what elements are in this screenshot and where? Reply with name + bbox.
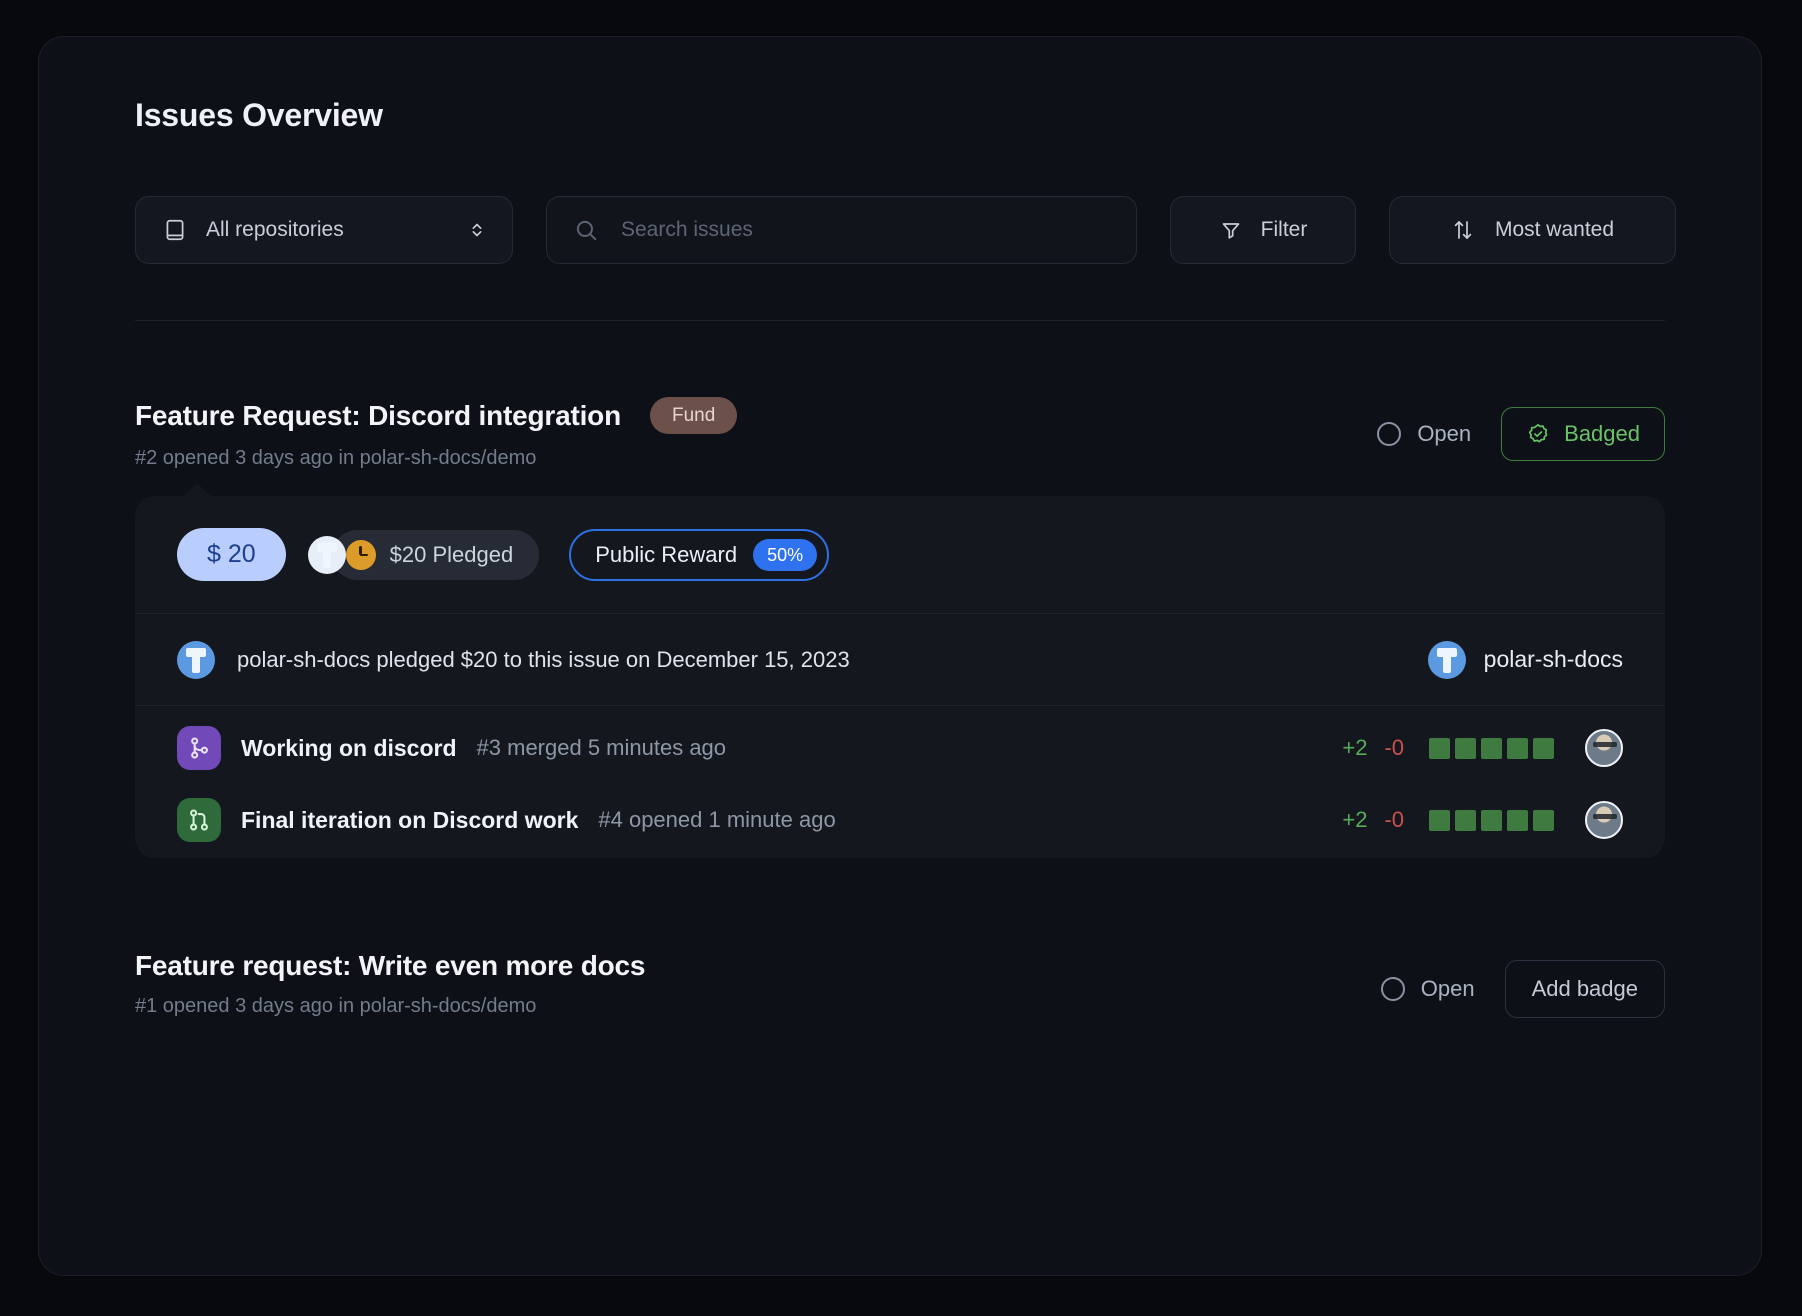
sort-button[interactable]: Most wanted bbox=[1389, 196, 1676, 264]
page-title: Issues Overview bbox=[135, 97, 383, 133]
deletions-count: -0 bbox=[1384, 807, 1404, 832]
pledged-pill-label: $20 Pledged bbox=[389, 541, 514, 567]
amount-pill[interactable]: $ 20 bbox=[177, 528, 286, 581]
pull-request-stats: +2 -0 bbox=[1342, 729, 1623, 767]
pull-request-list: Working on discord #3 merged 5 minutes a… bbox=[135, 706, 1665, 858]
issue-header: Feature request: Write even more docs #1… bbox=[99, 950, 1701, 1018]
sort-button-label: Most wanted bbox=[1494, 218, 1615, 241]
book-icon bbox=[162, 217, 188, 243]
search-input[interactable] bbox=[621, 218, 1114, 242]
public-reward-pill[interactable]: Public Reward 50% bbox=[569, 528, 830, 581]
issue-item: Feature request: Write even more docs #1… bbox=[99, 950, 1701, 1018]
issue-meta: #1 opened 3 days ago in polar-sh-docs/de… bbox=[135, 995, 537, 1017]
issue-status-label: Open bbox=[1420, 976, 1475, 1001]
clock-icon bbox=[345, 539, 376, 570]
additions-count: +2 bbox=[1342, 735, 1368, 760]
pledged-pill[interactable]: $20 Pledged bbox=[307, 529, 540, 580]
issue-title[interactable]: Feature request: Write even more docs bbox=[135, 950, 645, 982]
open-circle-icon bbox=[1377, 422, 1402, 446]
filter-button[interactable]: Filter bbox=[1170, 196, 1356, 264]
issue-status: Open bbox=[1380, 976, 1475, 1002]
issue-item: Feature Request: Discord integration Fun… bbox=[99, 397, 1701, 858]
author-avatar bbox=[1585, 801, 1623, 839]
open-circle-icon bbox=[1380, 977, 1405, 1001]
issue-title-line: Feature Request: Discord integration Fun… bbox=[135, 397, 738, 434]
author-avatar bbox=[1585, 729, 1623, 767]
pledge-card: $ 20 $20 Pledged Public Reward 50% polar… bbox=[135, 483, 1665, 858]
issue-status-label: Open bbox=[1417, 421, 1472, 446]
pull-request-meta: #4 opened 1 minute ago bbox=[598, 807, 836, 832]
pledge-event-text: polar-sh-docs pledged $20 to this issue … bbox=[237, 646, 850, 672]
pledge-event-row: polar-sh-docs pledged $20 to this issue … bbox=[135, 614, 1665, 706]
organization-name: polar-sh-docs bbox=[1483, 646, 1623, 672]
issue-title-line: Feature request: Write even more docs bbox=[135, 950, 645, 982]
pledger-avatar bbox=[177, 640, 215, 679]
issues-panel: Issues Overview All repositories Search … bbox=[38, 36, 1762, 1276]
toolbar-divider bbox=[135, 320, 1665, 321]
pledge-summary-row: $ 20 $20 Pledged Public Reward 50% bbox=[135, 496, 1665, 614]
repository-select[interactable]: All repositories bbox=[135, 196, 513, 264]
pledge-organization: polar-sh-docs bbox=[1427, 640, 1623, 679]
pull-request-title: Working on discord bbox=[241, 734, 457, 761]
pull-request-row[interactable]: Final iteration on Discord work #4 opene… bbox=[177, 782, 1623, 858]
verified-check-icon bbox=[1526, 422, 1550, 446]
pull-request-title: Final iteration on Discord work bbox=[241, 806, 579, 833]
funnel-icon bbox=[1219, 218, 1243, 242]
git-merge-icon bbox=[177, 726, 221, 770]
git-pull-request-icon bbox=[177, 798, 221, 842]
search-icon bbox=[573, 217, 599, 243]
diff-squares bbox=[1429, 809, 1554, 831]
additions-count: +2 bbox=[1342, 807, 1368, 832]
sort-updown-icon bbox=[1451, 217, 1475, 243]
search-issues-box[interactable] bbox=[546, 196, 1137, 264]
badged-button[interactable]: Badged bbox=[1501, 407, 1665, 461]
issue-info: Feature request: Write even more docs #1… bbox=[135, 950, 645, 1018]
issue-title[interactable]: Feature Request: Discord integration bbox=[135, 400, 621, 432]
issue-header: Feature Request: Discord integration Fun… bbox=[99, 397, 1701, 470]
pull-request-stats: +2 -0 bbox=[1342, 801, 1623, 839]
public-reward-percent: 50% bbox=[753, 538, 818, 571]
pull-request-row[interactable]: Working on discord #3 merged 5 minutes a… bbox=[177, 706, 1623, 782]
issues-toolbar: All repositories Search issues Filter Mo… bbox=[135, 196, 1701, 264]
repository-select-label: All repositories bbox=[206, 218, 344, 241]
add-badge-button[interactable]: Add badge bbox=[1504, 960, 1665, 1018]
app-screen: Issues Overview All repositories Search … bbox=[0, 0, 1802, 1316]
polar-sh-docs-avatar bbox=[307, 535, 346, 574]
filter-button-label: Filter bbox=[1260, 218, 1308, 241]
issue-actions: Open Badged bbox=[1377, 397, 1665, 461]
badged-button-label: Badged bbox=[1564, 421, 1640, 446]
chevron-updown-icon bbox=[466, 218, 488, 242]
public-reward-label: Public Reward bbox=[595, 541, 738, 567]
issue-info: Feature Request: Discord integration Fun… bbox=[135, 397, 738, 470]
fund-badge[interactable]: Fund bbox=[650, 397, 738, 434]
issue-status: Open bbox=[1377, 421, 1471, 447]
pull-request-meta: #3 merged 5 minutes ago bbox=[476, 735, 727, 760]
diff-squares bbox=[1429, 737, 1554, 759]
issue-actions: Open Add badge bbox=[1380, 950, 1665, 1018]
organization-avatar bbox=[1427, 640, 1466, 679]
deletions-count: -0 bbox=[1384, 735, 1404, 760]
issue-meta: #2 opened 3 days ago in polar-sh-docs/de… bbox=[135, 447, 537, 469]
